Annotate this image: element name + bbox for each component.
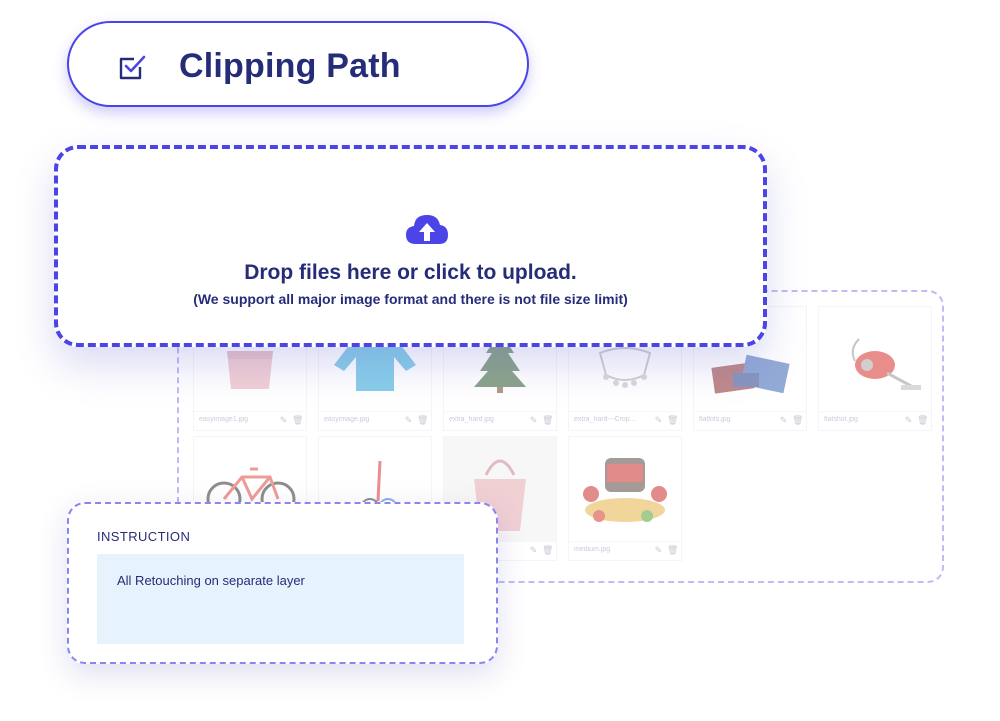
file-name: easyimage1.jpg [199, 416, 249, 423]
gallery-item[interactable]: medium.jpg ✎ 🗑 [568, 436, 682, 561]
trash-icon[interactable]: 🗑 [292, 415, 303, 425]
instruction-label: INSTRUCTION [97, 529, 191, 544]
file-name: medium.jpg [574, 546, 611, 553]
upload-sub-text: (We support all major image format and t… [193, 291, 628, 307]
instruction-text: All Retouching on separate layer [117, 573, 305, 588]
file-name: flatlots.jpg [699, 416, 731, 423]
upload-dropzone[interactable]: Drop files here or click to upload. (We … [54, 145, 767, 347]
service-option-clipping-path[interactable]: Clipping Path [67, 21, 529, 107]
file-name: easyimage.jpg [324, 416, 370, 423]
gallery-item[interactable]: flatshot.jpg ✎ 🗑 [818, 306, 932, 431]
checkbox-checked-icon[interactable] [118, 54, 146, 82]
service-title: Clipping Path [179, 47, 401, 85]
instruction-textarea[interactable]: All Retouching on separate layer [97, 554, 464, 644]
file-name: flatshot.jpg [824, 416, 858, 423]
trash-icon[interactable]: 🗑 [667, 415, 678, 425]
edit-icon[interactable]: ✎ [529, 545, 538, 555]
edit-icon[interactable]: ✎ [779, 415, 788, 425]
file-name: extra_hard.jpg [449, 416, 494, 423]
edit-icon[interactable]: ✎ [279, 415, 288, 425]
cloud-upload-icon [406, 215, 448, 244]
trash-icon[interactable]: 🗑 [917, 415, 928, 425]
edit-icon[interactable]: ✎ [904, 415, 913, 425]
file-name: extra_hard---Crop... [574, 416, 636, 423]
edit-icon[interactable]: ✎ [404, 415, 413, 425]
upload-main-text: Drop files here or click to upload. [244, 261, 577, 284]
instruction-card: INSTRUCTION All Retouching on separate l… [67, 502, 498, 664]
image-thumbnail [569, 437, 681, 542]
trash-icon[interactable]: 🗑 [792, 415, 803, 425]
trash-icon[interactable]: 🗑 [667, 545, 678, 555]
trash-icon[interactable]: 🗑 [542, 545, 553, 555]
trash-icon[interactable]: 🗑 [417, 415, 428, 425]
edit-icon[interactable]: ✎ [654, 415, 663, 425]
trash-icon[interactable]: 🗑 [542, 415, 553, 425]
edit-icon[interactable]: ✎ [654, 545, 663, 555]
edit-icon[interactable]: ✎ [529, 415, 538, 425]
image-thumbnail [819, 307, 931, 412]
